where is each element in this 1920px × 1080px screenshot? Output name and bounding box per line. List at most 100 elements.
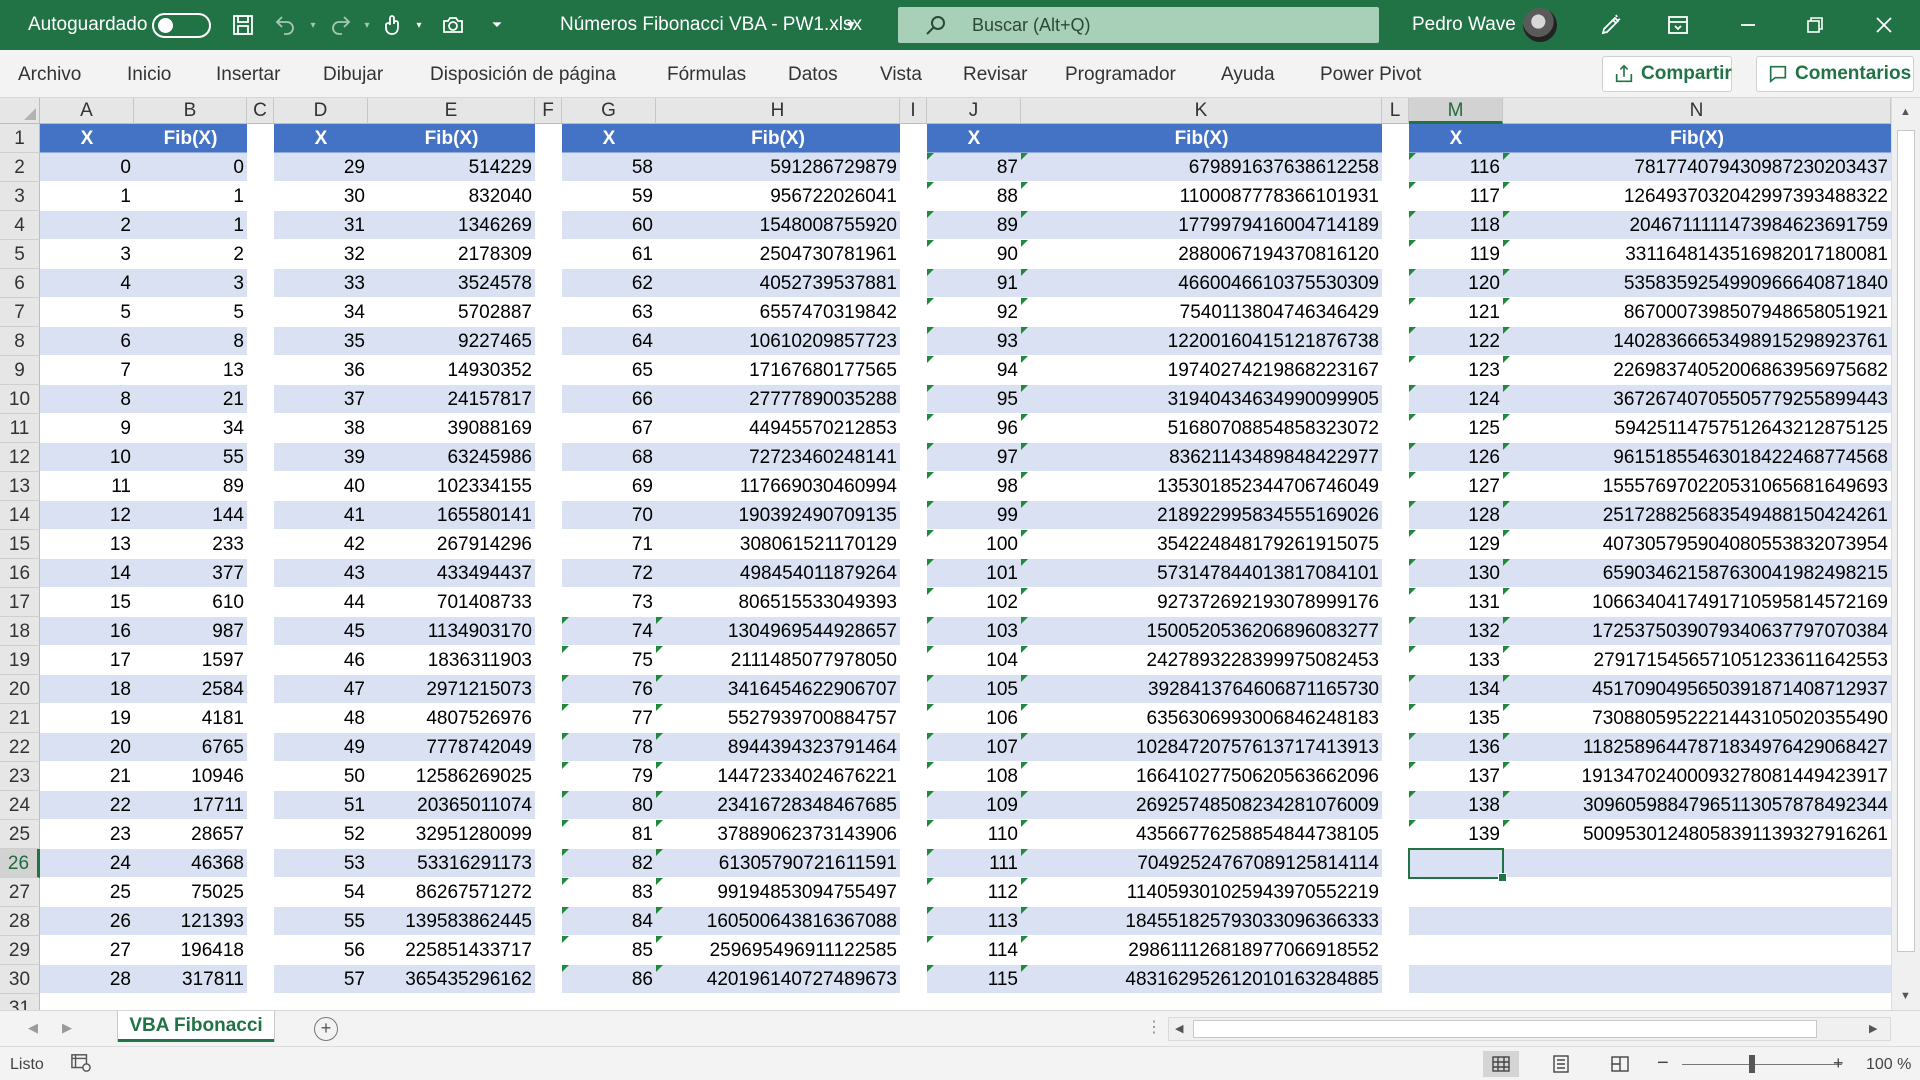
table-cell[interactable]: 119 xyxy=(1409,240,1503,269)
column-header-d[interactable]: D xyxy=(274,98,368,124)
undo-icon[interactable] xyxy=(270,10,300,40)
undo-dropdown-icon[interactable]: ▾ xyxy=(298,10,328,40)
table-cell[interactable]: 3 xyxy=(134,269,247,298)
table-cell[interactable]: 10284720757613717413913 xyxy=(1021,733,1382,762)
table-cell[interactable]: 218922995834555169026 xyxy=(1021,501,1382,530)
table-cell[interactable]: 96151855463018422468774568 xyxy=(1503,443,1891,472)
row-header-3[interactable]: 3 xyxy=(0,182,40,211)
table-cell[interactable]: 31940434634990099905 xyxy=(1021,385,1382,414)
column-header-g[interactable]: G xyxy=(562,98,656,124)
table-cell[interactable]: 114059301025943970552219 xyxy=(1021,878,1382,907)
table-cell[interactable]: 927372692193078999176 xyxy=(1021,588,1382,617)
table-cell[interactable]: 2 xyxy=(134,240,247,269)
table-cell[interactable]: 3524578 xyxy=(368,269,535,298)
table-cell[interactable]: 144 xyxy=(134,501,247,530)
column-header-b[interactable]: B xyxy=(134,98,247,124)
table-cell[interactable]: 63 xyxy=(562,298,656,327)
tab-insertar[interactable]: Insertar xyxy=(216,64,280,86)
table-cell[interactable]: 16641027750620563662096 xyxy=(1021,762,1382,791)
table-cell[interactable]: 129 xyxy=(1409,530,1503,559)
table-cell[interactable]: 64 xyxy=(562,327,656,356)
table-cell[interactable]: 10610209857723 xyxy=(656,327,900,356)
table-cell[interactable]: 160500643816367088 xyxy=(656,907,900,936)
table-cell[interactable]: 52 xyxy=(274,820,368,849)
row-header-1[interactable]: 1 xyxy=(0,124,40,153)
row-header-27[interactable]: 27 xyxy=(0,878,40,907)
vertical-scrollbar[interactable]: ▲ ▼ xyxy=(1891,98,1920,1010)
table-cell[interactable]: 298611126818977066918552 xyxy=(1021,936,1382,965)
table-cell[interactable]: 69 xyxy=(562,472,656,501)
table-cell[interactable]: 1134903170 xyxy=(368,617,535,646)
table-cell[interactable]: 14 xyxy=(40,559,134,588)
table-cell[interactable]: 74 xyxy=(562,617,656,646)
table-cell[interactable]: 3928413764606871165730 xyxy=(1021,675,1382,704)
table-cell[interactable]: 73 xyxy=(562,588,656,617)
table-cell[interactable]: 37889062373143906 xyxy=(656,820,900,849)
table-cell[interactable]: 126 xyxy=(1409,443,1503,472)
table-cell[interactable]: 591286729879 xyxy=(656,153,900,182)
row-header-7[interactable]: 7 xyxy=(0,298,40,327)
table-cell[interactable]: 317811 xyxy=(134,965,247,994)
table-cell[interactable]: 85 xyxy=(562,936,656,965)
table-cell[interactable]: 8944394323791464 xyxy=(656,733,900,762)
table-cell[interactable]: 22 xyxy=(40,791,134,820)
table-cell[interactable]: 82 xyxy=(562,849,656,878)
share-button[interactable]: Compartir xyxy=(1602,56,1732,92)
sheet-next-icon[interactable]: ▶ xyxy=(62,1020,72,1036)
row-header-4[interactable]: 4 xyxy=(0,211,40,240)
table-cell[interactable]: 38 xyxy=(274,414,368,443)
table-cell[interactable]: 135 xyxy=(1409,704,1503,733)
table-cell[interactable]: 21 xyxy=(40,762,134,791)
table-cell[interactable] xyxy=(1409,878,1503,907)
table-cell[interactable]: 2046711111473984623691759 xyxy=(1503,211,1891,240)
table-cell[interactable]: 76 xyxy=(562,675,656,704)
ribbon-display-icon[interactable] xyxy=(1663,10,1693,40)
row-header-23[interactable]: 23 xyxy=(0,762,40,791)
table-cell[interactable]: 8670007398507948658051921 xyxy=(1503,298,1891,327)
table-cell[interactable]: 17167680177565 xyxy=(656,356,900,385)
table-cell[interactable]: 93 xyxy=(927,327,1021,356)
minimize-icon[interactable] xyxy=(1733,10,1763,40)
row-header-13[interactable]: 13 xyxy=(0,472,40,501)
row-header-24[interactable]: 24 xyxy=(0,791,40,820)
normal-view-icon[interactable] xyxy=(1483,1051,1519,1077)
table-cell[interactable]: 267914296 xyxy=(368,530,535,559)
table-cell[interactable]: 4807526976 xyxy=(368,704,535,733)
table-cell[interactable]: 806515533049393 xyxy=(656,588,900,617)
row-header-25[interactable]: 25 xyxy=(0,820,40,849)
table-cell[interactable]: 84 xyxy=(562,907,656,936)
table-cell[interactable]: 701408733 xyxy=(368,588,535,617)
table-cell[interactable]: 12586269025 xyxy=(368,762,535,791)
table-cell[interactable]: 55 xyxy=(274,907,368,936)
table-cell[interactable]: 679891637638612258 xyxy=(1021,153,1382,182)
table-cell[interactable]: 70 xyxy=(562,501,656,530)
table-cell[interactable]: 433494437 xyxy=(368,559,535,588)
table-cell[interactable]: 46368 xyxy=(134,849,247,878)
table-cell[interactable]: 116 xyxy=(1409,153,1503,182)
table-cell[interactable]: 17 xyxy=(40,646,134,675)
table-cell[interactable]: 86267571272 xyxy=(368,878,535,907)
table-cell[interactable]: 5527939700884757 xyxy=(656,704,900,733)
table-cell[interactable]: 3416454622906707 xyxy=(656,675,900,704)
table-cell[interactable]: 49 xyxy=(274,733,368,762)
table-cell[interactable]: 56 xyxy=(274,936,368,965)
table-cell[interactable]: 987 xyxy=(134,617,247,646)
table-cell[interactable]: 23 xyxy=(40,820,134,849)
table-cell[interactable]: 48 xyxy=(274,704,368,733)
table-cell[interactable]: 80 xyxy=(562,791,656,820)
table-cell[interactable]: 28 xyxy=(40,965,134,994)
table-cell[interactable]: 139 xyxy=(1409,820,1503,849)
tab-inicio[interactable]: Inicio xyxy=(127,64,171,86)
table-cell[interactable]: 79 xyxy=(562,762,656,791)
row-header-26[interactable]: 26 xyxy=(0,849,40,878)
table-cell[interactable]: 35 xyxy=(274,327,368,356)
table-cell[interactable]: 30 xyxy=(274,182,368,211)
table-cell[interactable]: 120 xyxy=(1409,269,1503,298)
table-cell[interactable]: 113 xyxy=(927,907,1021,936)
table-cell[interactable]: 37 xyxy=(274,385,368,414)
table-cell[interactable] xyxy=(1409,907,1503,936)
table-cell[interactable]: 10946 xyxy=(134,762,247,791)
page-break-view-icon[interactable] xyxy=(1602,1051,1638,1077)
table-cell[interactable] xyxy=(1503,907,1891,936)
table-cell[interactable]: 1 xyxy=(134,182,247,211)
